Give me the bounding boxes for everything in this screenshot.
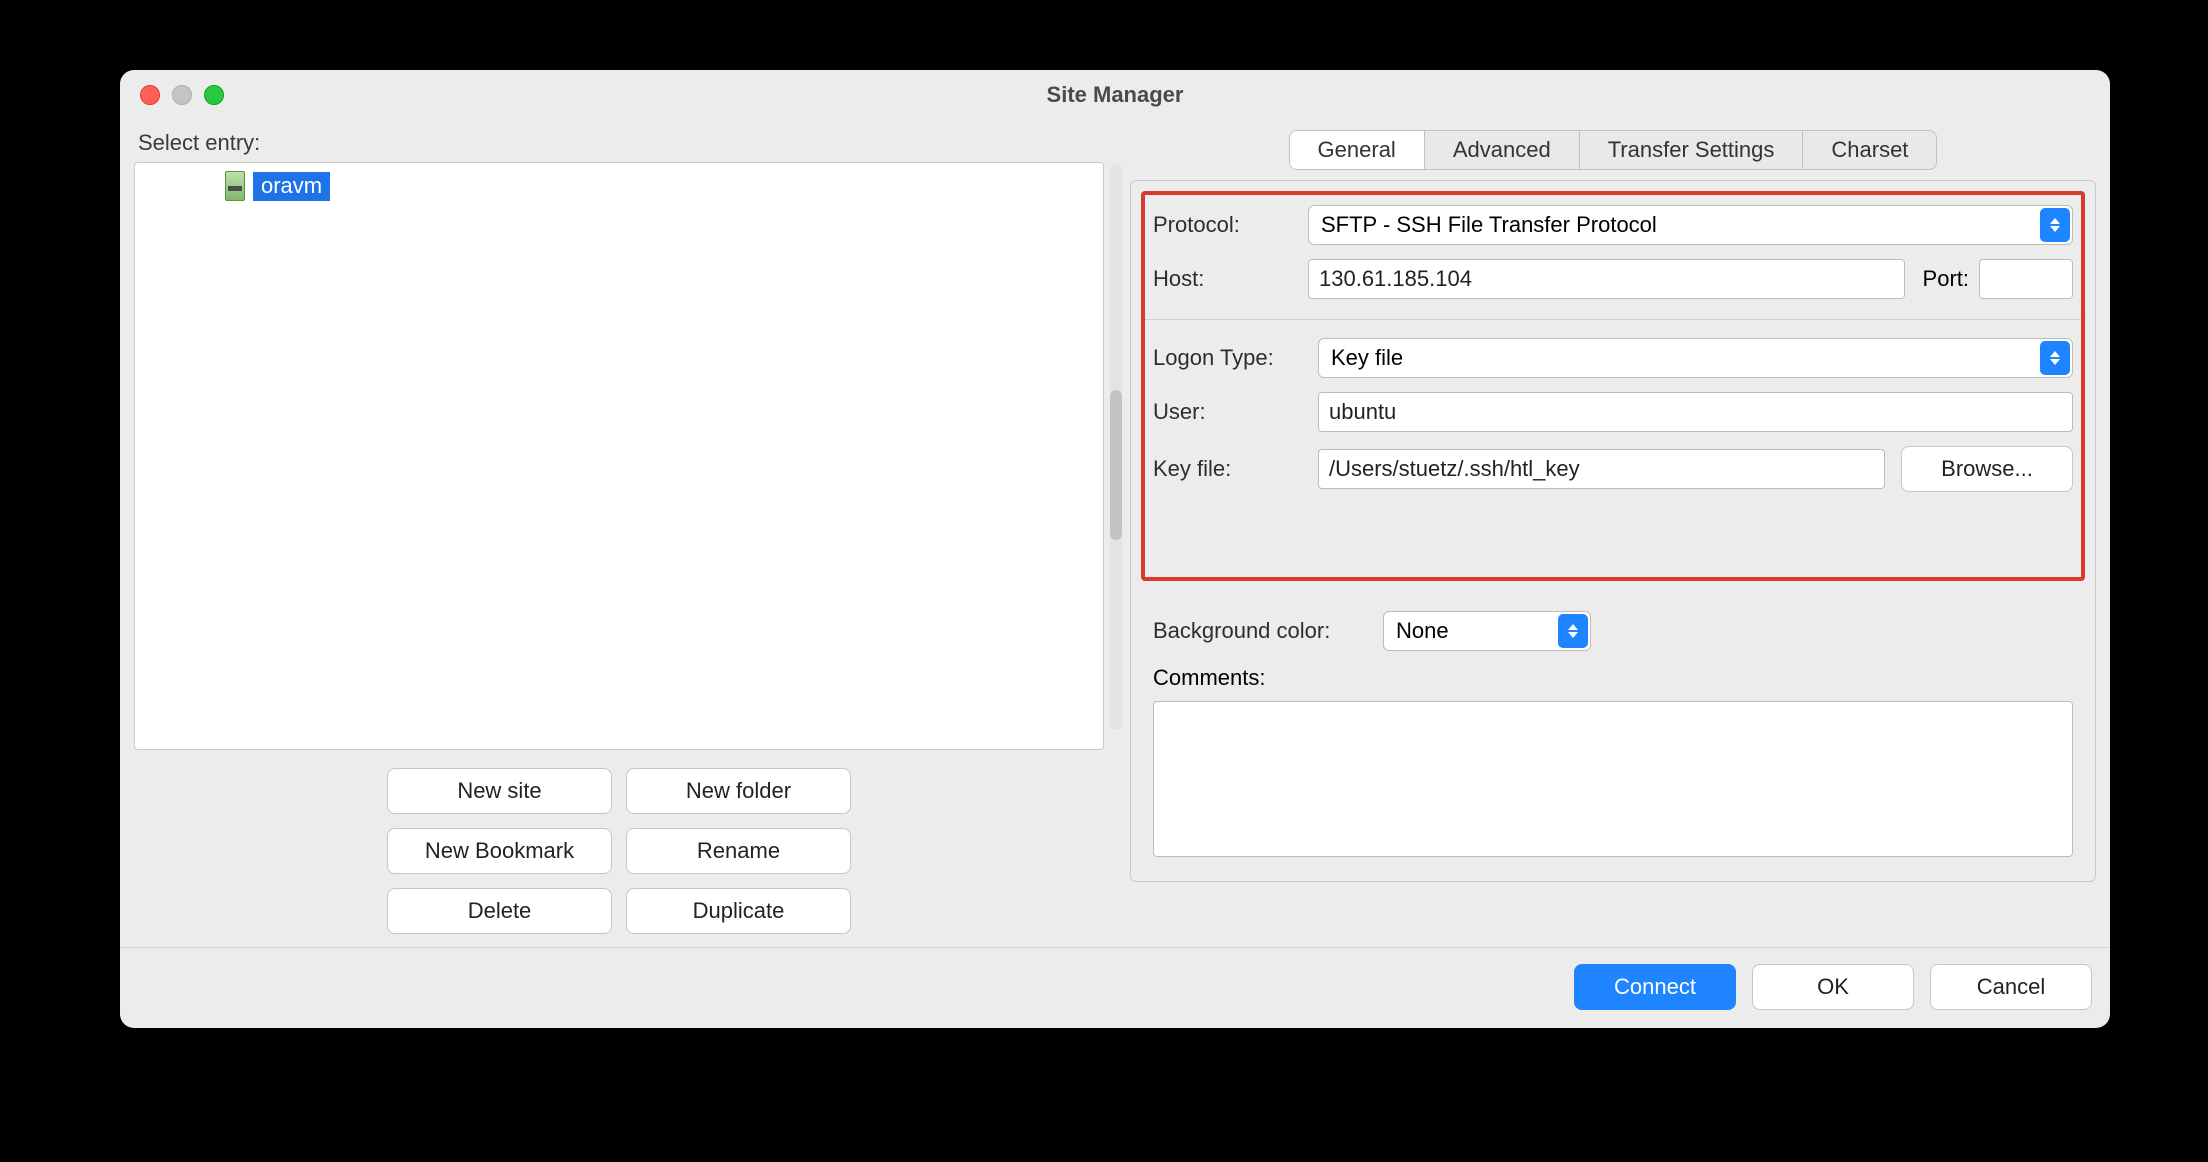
- select-entry-label: Select entry:: [138, 130, 1104, 156]
- chevron-up-down-icon: [1558, 614, 1588, 648]
- ok-button[interactable]: OK: [1752, 964, 1914, 1010]
- keyfile-label: Key file:: [1153, 456, 1318, 482]
- connect-button[interactable]: Connect: [1574, 964, 1736, 1010]
- window-zoom-icon[interactable]: [204, 85, 224, 105]
- chevron-up-down-icon: [2040, 208, 2070, 242]
- tab-general[interactable]: General: [1290, 131, 1425, 169]
- separator: [1145, 319, 2081, 320]
- site-manager-window: Site Manager Select entry: oravm: [120, 70, 2110, 1028]
- new-site-button[interactable]: New site: [387, 768, 612, 814]
- delete-button[interactable]: Delete: [387, 888, 612, 934]
- bgcolor-value: None: [1396, 618, 1449, 644]
- entry-oravm[interactable]: oravm: [225, 171, 330, 201]
- scrollbar-thumb[interactable]: [1110, 390, 1122, 540]
- host-label: Host:: [1153, 266, 1308, 292]
- keyfile-input[interactable]: /Users/stuetz/.ssh/htl_key: [1318, 449, 1885, 489]
- logon-type-value: Key file: [1331, 345, 1403, 371]
- user-input[interactable]: ubuntu: [1318, 392, 2073, 432]
- scrollbar[interactable]: [1110, 164, 1122, 730]
- window-title: Site Manager: [120, 82, 2110, 108]
- comments-label: Comments:: [1153, 665, 2073, 691]
- general-panel: Protocol: SFTP - SSH File Transfer Proto…: [1130, 180, 2096, 882]
- chevron-up-down-icon: [2040, 341, 2070, 375]
- tab-charset[interactable]: Charset: [1803, 131, 1936, 169]
- tab-bar: General Advanced Transfer Settings Chars…: [1289, 130, 1938, 170]
- rename-button[interactable]: Rename: [626, 828, 851, 874]
- bgcolor-label: Background color:: [1153, 618, 1383, 644]
- window-close-icon[interactable]: [140, 85, 160, 105]
- browse-button[interactable]: Browse...: [1901, 446, 2073, 492]
- tab-transfer-settings[interactable]: Transfer Settings: [1580, 131, 1804, 169]
- logon-type-select[interactable]: Key file: [1318, 338, 2073, 378]
- footer-separator: [120, 947, 2110, 948]
- port-input[interactable]: [1979, 259, 2073, 299]
- protocol-select[interactable]: SFTP - SSH File Transfer Protocol: [1308, 205, 2073, 245]
- protocol-value: SFTP - SSH File Transfer Protocol: [1321, 212, 1657, 238]
- protocol-label: Protocol:: [1153, 212, 1308, 238]
- port-label: Port:: [1923, 266, 1969, 292]
- new-bookmark-button[interactable]: New Bookmark: [387, 828, 612, 874]
- window-minimize-icon[interactable]: [172, 85, 192, 105]
- new-folder-button[interactable]: New folder: [626, 768, 851, 814]
- tab-advanced[interactable]: Advanced: [1425, 131, 1580, 169]
- entry-label: oravm: [253, 172, 330, 201]
- duplicate-button[interactable]: Duplicate: [626, 888, 851, 934]
- host-input[interactable]: 130.61.185.104: [1308, 259, 1905, 299]
- user-label: User:: [1153, 399, 1318, 425]
- entry-list[interactable]: oravm: [134, 162, 1104, 750]
- cancel-button[interactable]: Cancel: [1930, 964, 2092, 1010]
- server-icon: [225, 171, 245, 201]
- titlebar: Site Manager: [120, 70, 2110, 120]
- logon-type-label: Logon Type:: [1153, 345, 1318, 371]
- bgcolor-select[interactable]: None: [1383, 611, 1591, 651]
- comments-textarea[interactable]: [1153, 701, 2073, 857]
